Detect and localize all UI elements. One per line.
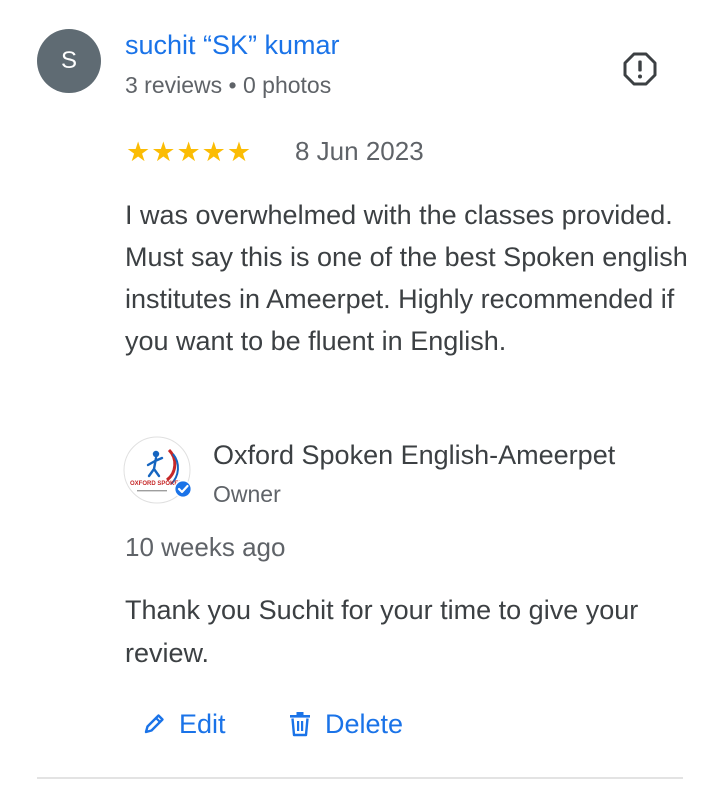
star-icon: ★ — [176, 137, 201, 167]
avatar-initial: S — [60, 47, 77, 74]
avatar[interactable]: S — [37, 29, 101, 93]
review-card: S suchit “SK” kumar 3 reviews • 0 photos… — [0, 0, 720, 785]
review-date: 8 Jun 2023 — [295, 136, 424, 166]
report-icon[interactable] — [623, 52, 657, 86]
reviewer-meta: 3 reviews • 0 photos — [125, 72, 332, 98]
owner-logo: OXFORD SPOKEN — [123, 436, 191, 504]
reply-text: Thank you Suchit for your time to give y… — [125, 595, 639, 668]
review-text: I was overwhelmed with the classes provi… — [125, 200, 688, 356]
trash-icon — [290, 712, 310, 737]
star-icon: ★ — [201, 137, 226, 167]
verified-check-icon — [175, 481, 191, 497]
edit-label: Edit — [179, 708, 226, 739]
divider — [37, 777, 683, 779]
delete-button[interactable]: Delete — [287, 704, 403, 744]
delete-label: Delete — [325, 708, 404, 739]
edit-button[interactable]: Edit — [141, 704, 226, 744]
owner-role: Owner — [213, 481, 281, 507]
owner-name[interactable]: Oxford Spoken English-Ameerpet — [213, 440, 615, 471]
reviewer-name[interactable]: suchit “SK” kumar — [125, 30, 340, 61]
star-icon: ★ — [151, 137, 176, 167]
star-rating: ★ ★ ★ ★ ★ — [126, 138, 251, 166]
star-icon: ★ — [126, 137, 151, 167]
pencil-icon — [144, 714, 164, 734]
reply-time: 10 weeks ago — [125, 532, 286, 562]
star-icon: ★ — [226, 137, 252, 167]
